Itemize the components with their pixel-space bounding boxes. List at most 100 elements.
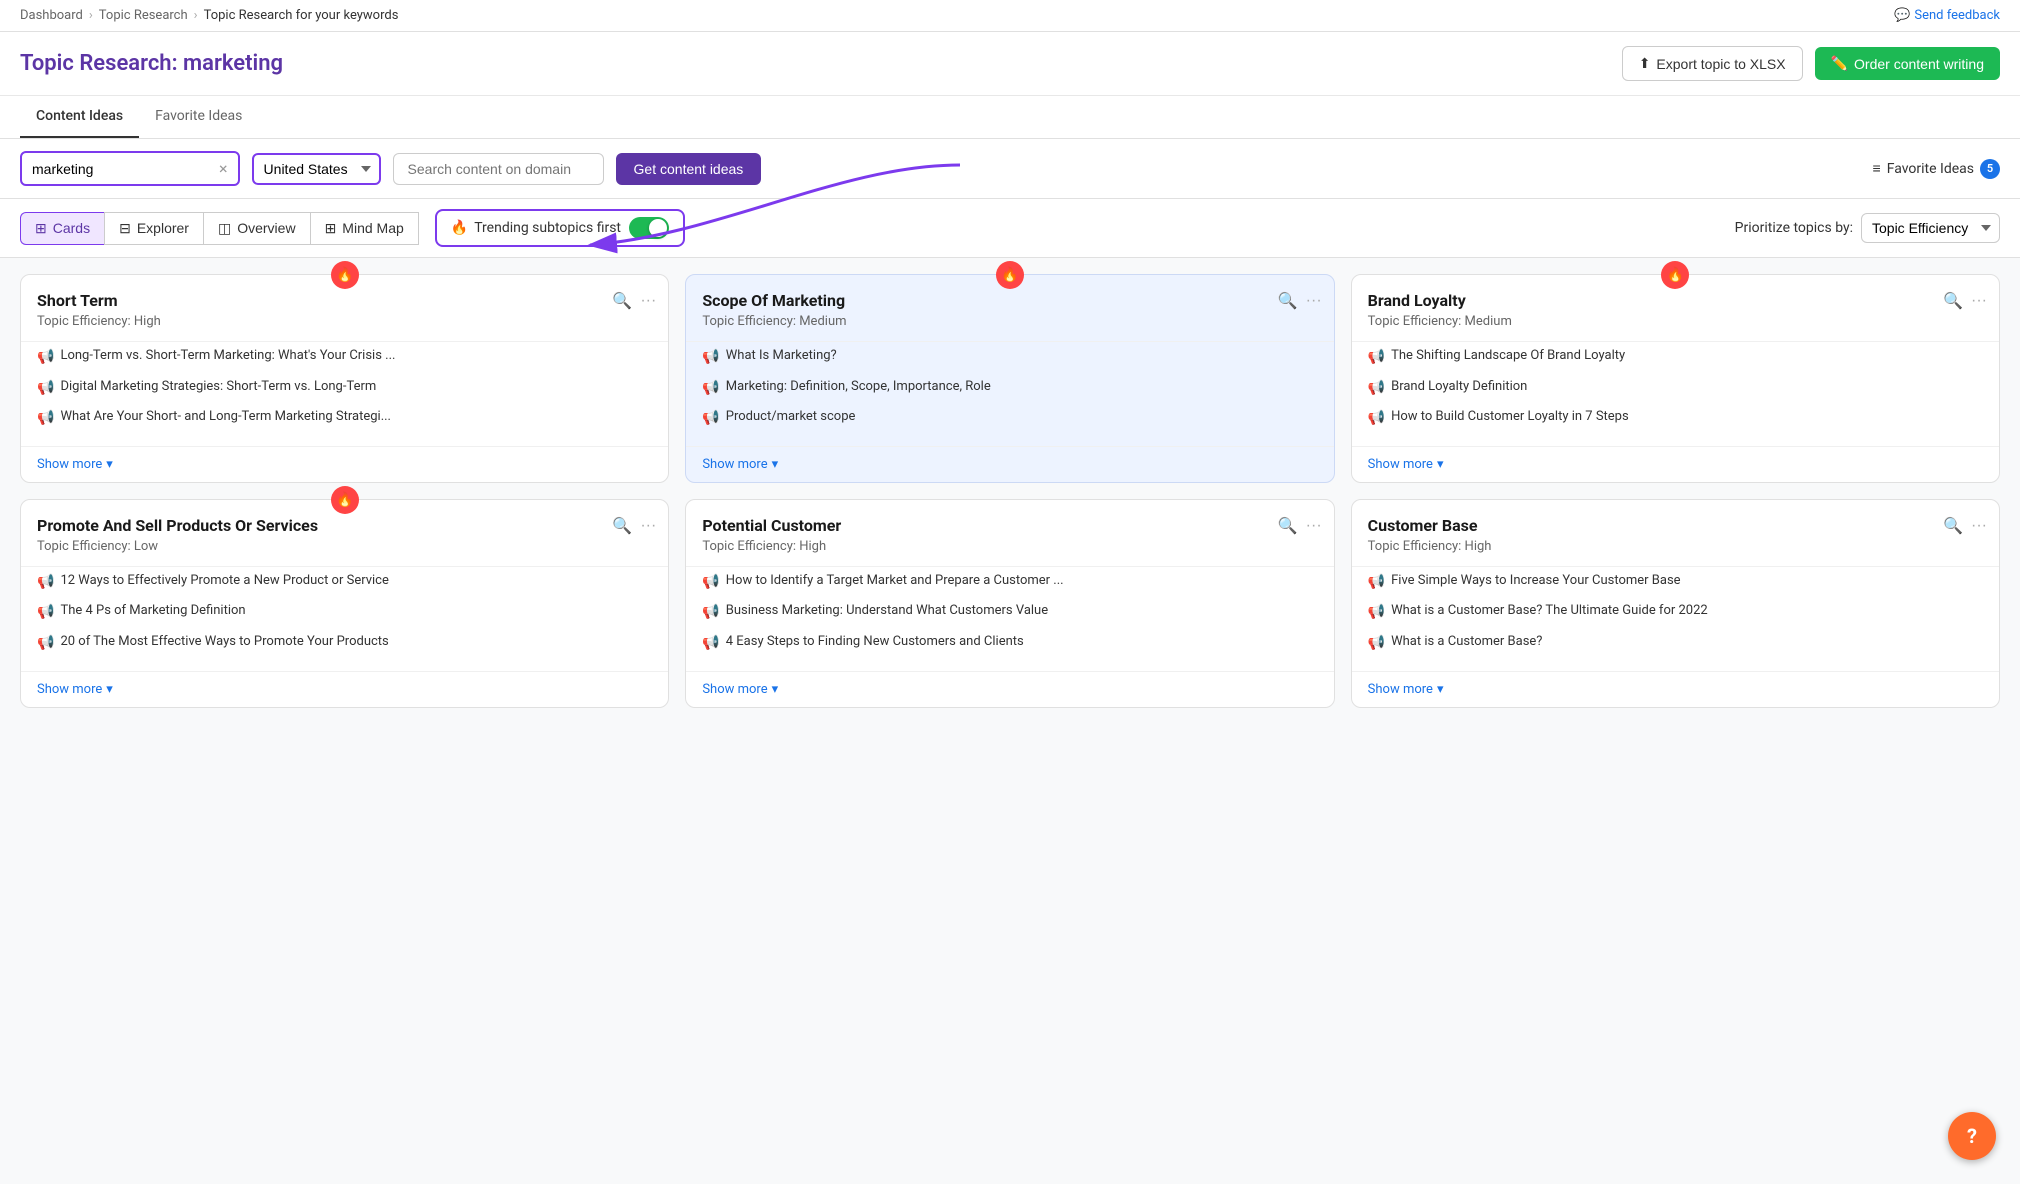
card-efficiency: Topic Efficiency: High [1368, 539, 1983, 554]
priority-section: Prioritize topics by: Topic Efficiency [1735, 213, 2000, 243]
get-content-ideas-button[interactable]: Get content ideas [616, 153, 762, 185]
search-card-button[interactable]: 🔍 [612, 291, 632, 311]
export-icon: ⬆ [1639, 55, 1651, 72]
content-item-text[interactable]: 12 Ways to Effectively Promote a New Pro… [60, 572, 388, 590]
content-item-text[interactable]: Long-Term vs. Short-Term Marketing: What… [60, 347, 395, 365]
priority-label: Prioritize topics by: [1735, 220, 1853, 236]
content-item-text[interactable]: What is a Customer Base? [1391, 633, 1542, 651]
country-select[interactable]: United States [252, 153, 381, 185]
card-content: 📢 What Is Marketing? 📢 Marketing: Defini… [686, 342, 1333, 446]
search-card-button[interactable]: 🔍 [1943, 516, 1963, 536]
card-header: Potential Customer Topic Efficiency: Hig… [686, 500, 1333, 566]
trending-label: 🔥 Trending subtopics first [451, 220, 621, 236]
favorite-ideas-button[interactable]: ≡ Favorite Ideas 5 [1873, 159, 2000, 179]
content-item-text[interactable]: What Are Your Short- and Long-Term Marke… [60, 408, 391, 426]
content-item-text[interactable]: 20 of The Most Effective Ways to Promote… [60, 633, 388, 651]
show-more-button[interactable]: Show more ▾ [686, 446, 1333, 482]
content-item: 📢 What is a Customer Base? [1368, 628, 1983, 659]
card-actions: 🔍 ··· [1943, 516, 1987, 536]
show-more-label: Show more [702, 457, 767, 472]
search-card-button[interactable]: 🔍 [1278, 291, 1298, 311]
card-actions: 🔍 ··· [1278, 516, 1322, 536]
send-feedback-link[interactable]: 💬 Send feedback [1894, 8, 2000, 23]
header-actions: ⬆ Export topic to XLSX ✏️ Order content … [1622, 46, 2000, 81]
keyword-clear-icon[interactable]: × [219, 159, 228, 178]
fire-badge-brand-loyalty: 🔥 [1661, 261, 1689, 289]
content-item-text[interactable]: The Shifting Landscape Of Brand Loyalty [1391, 347, 1625, 365]
tabs-section: Content Ideas Favorite Ideas [0, 96, 2020, 139]
show-more-label: Show more [37, 682, 102, 697]
favorite-count-badge: 5 [1980, 159, 2000, 179]
toggle-knob [649, 219, 667, 237]
content-item: 📢 Product/market scope [702, 403, 1317, 434]
more-options-button[interactable]: ··· [1971, 517, 1987, 535]
show-more-button[interactable]: Show more ▾ [21, 671, 668, 707]
megaphone-icon: 📢 [1368, 573, 1385, 593]
overview-icon: ◫ [218, 220, 231, 237]
domain-search-input[interactable] [393, 153, 604, 185]
more-options-button[interactable]: ··· [1306, 292, 1322, 310]
content-item-text[interactable]: What Is Marketing? [726, 347, 837, 365]
export-button[interactable]: ⬆ Export topic to XLSX [1622, 46, 1803, 81]
megaphone-icon: 📢 [1368, 348, 1385, 368]
more-options-button[interactable]: ··· [640, 517, 656, 535]
card-efficiency: Topic Efficiency: High [702, 539, 1317, 554]
help-button[interactable]: ? [1948, 1112, 1996, 1160]
megaphone-icon: 📢 [702, 603, 719, 623]
show-more-label: Show more [1368, 457, 1433, 472]
order-content-button[interactable]: ✏️ Order content writing [1815, 47, 2000, 80]
priority-select[interactable]: Topic Efficiency [1861, 213, 2000, 243]
show-more-button[interactable]: Show more ▾ [1352, 671, 1999, 707]
content-item-text[interactable]: Digital Marketing Strategies: Short-Term… [60, 378, 376, 396]
content-item-text[interactable]: 4 Easy Steps to Finding New Customers an… [726, 633, 1024, 651]
cards-view-button[interactable]: ⊞ Cards [20, 212, 104, 245]
search-card-button[interactable]: 🔍 [612, 516, 632, 536]
megaphone-icon: 📢 [1368, 409, 1385, 429]
explorer-icon: ⊟ [119, 220, 131, 237]
content-item-text[interactable]: Product/market scope [726, 408, 856, 426]
more-options-button[interactable]: ··· [640, 292, 656, 310]
tab-favorite-ideas[interactable]: Favorite Ideas [139, 96, 258, 138]
mindmap-view-button[interactable]: ⊞ Mind Map [310, 212, 419, 245]
content-item: 📢 Five Simple Ways to Increase Your Cust… [1368, 567, 1983, 598]
content-item-text[interactable]: How to Build Customer Loyalty in 7 Steps [1391, 408, 1629, 426]
show-more-button[interactable]: Show more ▾ [1352, 446, 1999, 482]
keyword-input[interactable] [32, 161, 213, 177]
card-potential-customer: Potential Customer Topic Efficiency: Hig… [685, 499, 1334, 708]
content-item: 📢 How to Identify a Target Market and Pr… [702, 567, 1317, 598]
content-item-text[interactable]: What is a Customer Base? The Ultimate Gu… [1391, 602, 1708, 620]
search-card-button[interactable]: 🔍 [1943, 291, 1963, 311]
content-item-text[interactable]: Five Simple Ways to Increase Your Custom… [1391, 572, 1680, 590]
trending-toggle[interactable] [629, 217, 669, 239]
card-title: Scope Of Marketing [702, 291, 1317, 310]
megaphone-icon: 📢 [37, 573, 54, 593]
content-item-text[interactable]: Marketing: Definition, Scope, Importance… [726, 378, 991, 396]
content-item: 📢 What Are Your Short- and Long-Term Mar… [37, 403, 652, 434]
card-efficiency: Topic Efficiency: Medium [702, 314, 1317, 329]
content-item: 📢 What Is Marketing? [702, 342, 1317, 373]
content-item-text[interactable]: Brand Loyalty Definition [1391, 378, 1527, 396]
more-options-button[interactable]: ··· [1971, 292, 1987, 310]
fire-badge-scope-of-marketing: 🔥 [996, 261, 1024, 289]
content-item-text[interactable]: Business Marketing: Understand What Cust… [726, 602, 1048, 620]
overview-view-button[interactable]: ◫ Overview [203, 212, 310, 245]
show-more-button[interactable]: Show more ▾ [21, 446, 668, 482]
tab-content-ideas[interactable]: Content Ideas [20, 96, 139, 138]
content-item-text[interactable]: The 4 Ps of Marketing Definition [60, 602, 245, 620]
chevron-down-icon: ▾ [772, 682, 779, 697]
megaphone-icon: 📢 [1368, 379, 1385, 399]
content-item: 📢 The 4 Ps of Marketing Definition [37, 597, 652, 628]
card-title: Short Term [37, 291, 652, 310]
breadcrumb-dashboard[interactable]: Dashboard [20, 8, 83, 23]
more-options-button[interactable]: ··· [1306, 517, 1322, 535]
megaphone-icon: 📢 [1368, 634, 1385, 654]
megaphone-icon: 📢 [702, 379, 719, 399]
search-card-button[interactable]: 🔍 [1278, 516, 1298, 536]
breadcrumb-topic-research[interactable]: Topic Research [99, 8, 188, 23]
content-item: 📢 What is a Customer Base? The Ultimate … [1368, 597, 1983, 628]
content-item-text[interactable]: How to Identify a Target Market and Prep… [726, 572, 1064, 590]
show-more-button[interactable]: Show more ▾ [686, 671, 1333, 707]
explorer-view-button[interactable]: ⊟ Explorer [104, 212, 203, 245]
content-item: 📢 20 of The Most Effective Ways to Promo… [37, 628, 652, 659]
chevron-down-icon: ▾ [106, 457, 113, 472]
